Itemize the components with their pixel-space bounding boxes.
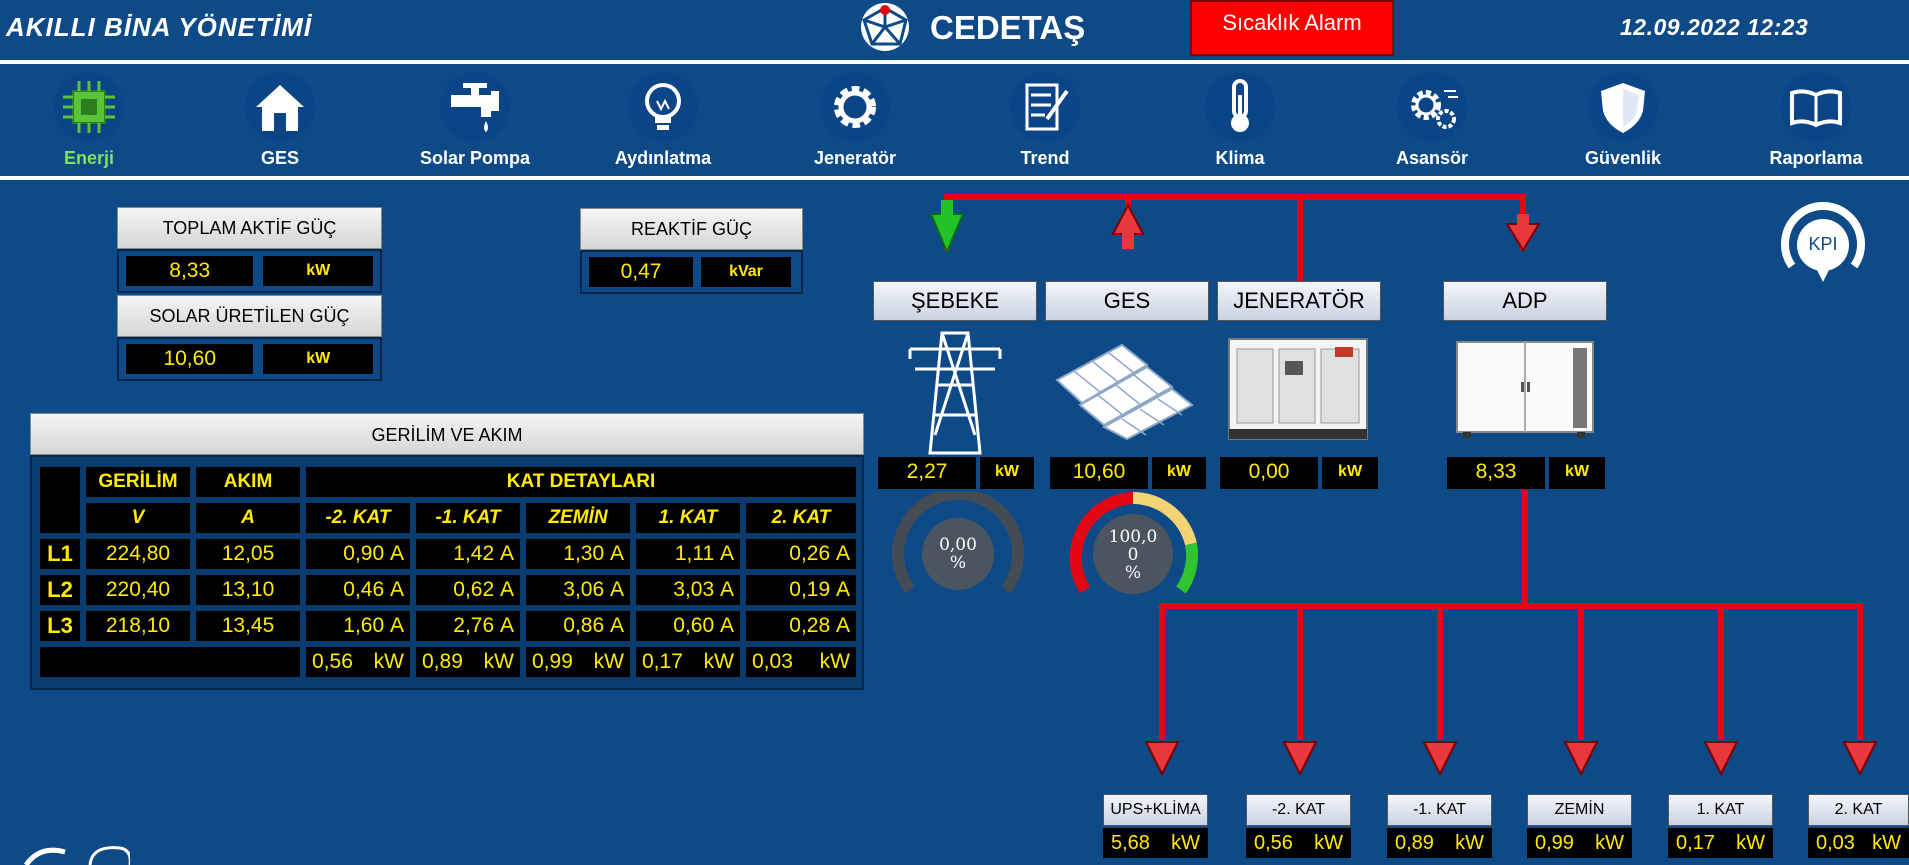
- floor-output-value: 0,03 kW: [1808, 828, 1909, 858]
- kpi-button[interactable]: KPI: [1778, 198, 1868, 288]
- footer-logo-icon: [23, 846, 130, 865]
- ges-power-value: 10,60: [1050, 457, 1149, 489]
- grid-gauge: 0,00 %: [888, 488, 1028, 602]
- grid-power-unit: kW: [980, 457, 1034, 489]
- solar-panels-icon: [1055, 343, 1194, 440]
- ges-gauge-label: 100,0 0 %: [1108, 527, 1158, 583]
- floor-button-2kat[interactable]: 2. KAT: [1808, 794, 1909, 826]
- ges-button[interactable]: GES: [1045, 281, 1209, 321]
- grid-button[interactable]: ŞEBEKE: [873, 281, 1037, 321]
- floor-button-ups-klima[interactable]: UPS+KLİMA: [1103, 794, 1208, 826]
- adp-power-value: 8,33: [1447, 457, 1546, 489]
- grid-arrow-down-icon: [929, 213, 965, 255]
- adp-power-unit: kW: [1549, 457, 1605, 489]
- generator-power-value: 0,00: [1220, 457, 1319, 489]
- floor-button-zemin[interactable]: ZEMİN: [1527, 794, 1632, 826]
- floor-output-value: 0,99 kW: [1527, 828, 1632, 858]
- adp-arrow-down-icon: [1505, 223, 1541, 252]
- floor-button-minus1[interactable]: -1. KAT: [1387, 794, 1492, 826]
- generator-button[interactable]: JENERATÖR: [1217, 281, 1381, 321]
- generator-power-unit: kW: [1322, 457, 1378, 489]
- floor-output-value: 0,17 kW: [1668, 828, 1773, 858]
- floor-button-1kat[interactable]: 1. KAT: [1668, 794, 1773, 826]
- generator-icon: [1228, 338, 1368, 440]
- floor-button-minus2[interactable]: -2. KAT: [1246, 794, 1351, 826]
- floor-output-value: 5,68 kW: [1103, 828, 1208, 858]
- grid-power-value: 2,27: [878, 457, 977, 489]
- transmission-tower-icon: [908, 331, 1002, 455]
- adp-button[interactable]: ADP: [1443, 281, 1607, 321]
- distribution-panel-icon: [1456, 341, 1594, 438]
- floor-output-value: 0,56 kW: [1246, 828, 1351, 858]
- ges-gauge: 100,0 0 %: [1063, 492, 1203, 602]
- floor-output-value: 0,89 kW: [1387, 828, 1492, 858]
- grid-gauge-label: 0,00 %: [939, 535, 977, 573]
- ges-arrow-up-icon: [1111, 202, 1145, 235]
- ges-power-unit: kW: [1152, 457, 1206, 489]
- kpi-label: KPI: [1808, 234, 1838, 254]
